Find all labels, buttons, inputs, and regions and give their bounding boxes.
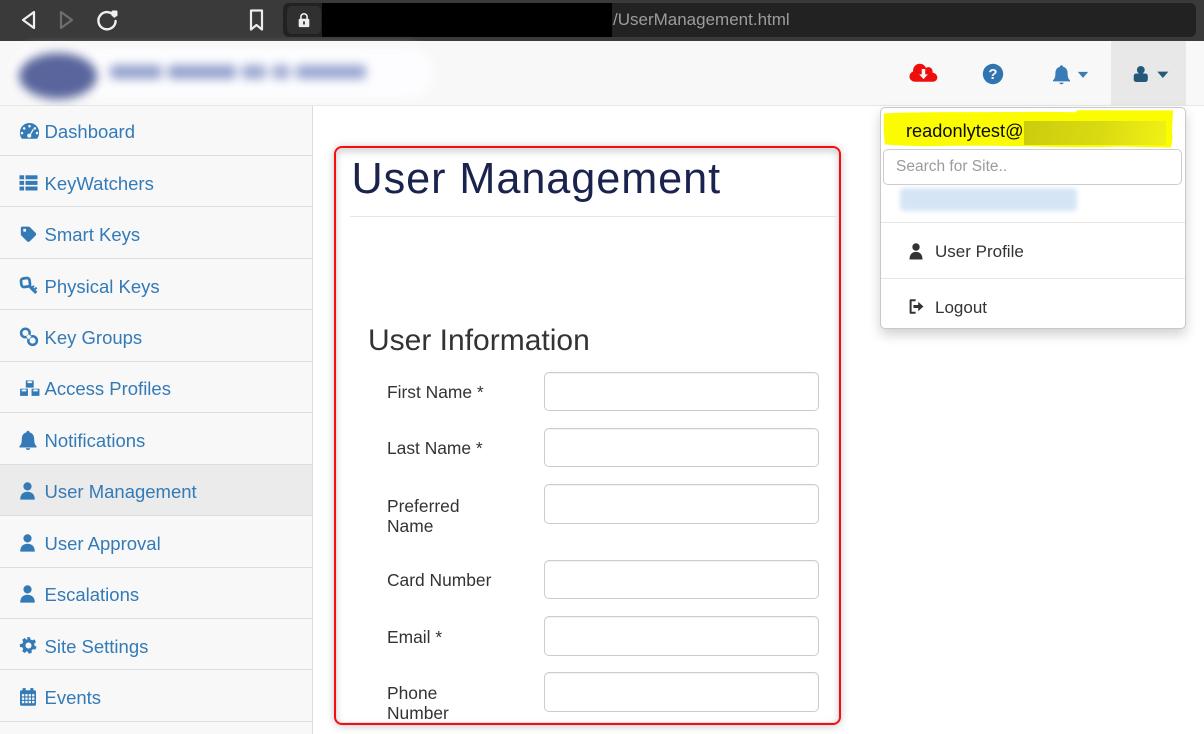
svg-text:?: ? xyxy=(988,66,997,83)
